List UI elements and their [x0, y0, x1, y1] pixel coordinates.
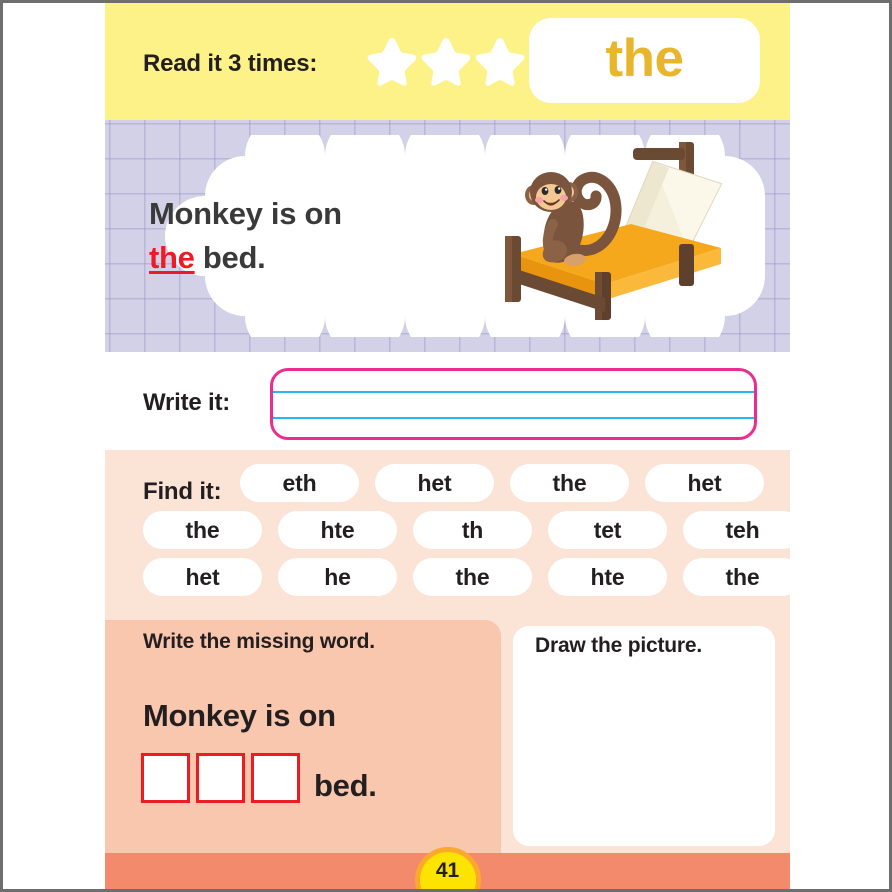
- find-it-chip[interactable]: the: [413, 558, 532, 596]
- monkey-on-bed-illustration: [483, 132, 733, 322]
- letter-box[interactable]: [251, 753, 300, 803]
- sentence-before: Monkey is on: [149, 196, 342, 231]
- sentence-highlight-word: the: [149, 240, 195, 276]
- letter-box[interactable]: [196, 753, 245, 803]
- sentence-after: bed.: [194, 240, 266, 276]
- read-it-label: Read it 3 times:: [143, 50, 318, 77]
- star-icon[interactable]: [421, 36, 471, 86]
- read-it-section: Read it 3 times: the: [105, 0, 790, 120]
- write-it-label: Write it:: [143, 389, 231, 416]
- draw-picture-panel[interactable]: Draw the picture.: [513, 626, 775, 846]
- find-it-chip[interactable]: het: [143, 558, 262, 596]
- find-it-chip[interactable]: hte: [278, 511, 397, 549]
- sentence-section: Monkey is on the bed.: [105, 120, 790, 352]
- find-it-chip[interactable]: the: [510, 464, 629, 502]
- target-word-text: the: [605, 28, 685, 88]
- missing-word-sentence-start: Monkey is on: [143, 698, 336, 733]
- find-it-word-grid: eth het the het the hte th tet teh het h…: [105, 464, 790, 605]
- find-it-chip[interactable]: the: [143, 511, 262, 549]
- sentence-text: Monkey is on the bed.: [149, 192, 449, 280]
- target-word-card: the: [529, 18, 760, 103]
- find-it-chip[interactable]: he: [278, 558, 397, 596]
- star-rating-group: [367, 36, 525, 86]
- letter-box[interactable]: [141, 753, 190, 803]
- worksheet-page: Read it 3 times: the Monkey is on the be…: [105, 0, 790, 889]
- missing-word-letter-boxes: bed.: [141, 753, 377, 803]
- find-it-row: eth het the het: [105, 464, 790, 502]
- find-it-chip[interactable]: tet: [548, 511, 667, 549]
- draw-picture-title: Draw the picture.: [535, 634, 702, 657]
- write-it-section: Write it:: [105, 352, 790, 450]
- find-it-chip[interactable]: the: [683, 558, 790, 596]
- find-it-chip[interactable]: het: [375, 464, 494, 502]
- write-rule-bottom: [273, 417, 754, 419]
- find-it-chip[interactable]: teh: [683, 511, 790, 549]
- find-it-chip[interactable]: eth: [240, 464, 359, 502]
- find-it-row: het he the hte the: [105, 558, 790, 596]
- find-it-section: Find it: eth het the het the hte th tet …: [105, 450, 790, 620]
- star-icon[interactable]: [475, 36, 525, 86]
- missing-word-sentence-end: bed.: [314, 768, 377, 803]
- find-it-chip[interactable]: th: [413, 511, 532, 549]
- write-missing-word-title: Write the missing word.: [143, 630, 375, 653]
- bottom-activities-section: Write the missing word. Monkey is on bed…: [105, 620, 790, 853]
- write-rule-top: [273, 391, 754, 393]
- find-it-chip[interactable]: het: [645, 464, 764, 502]
- star-icon[interactable]: [367, 36, 417, 86]
- find-it-chip[interactable]: hte: [548, 558, 667, 596]
- write-it-input[interactable]: [270, 368, 757, 440]
- find-it-row: the hte th tet teh: [105, 511, 790, 549]
- write-missing-word-panel: Write the missing word. Monkey is on bed…: [105, 620, 501, 853]
